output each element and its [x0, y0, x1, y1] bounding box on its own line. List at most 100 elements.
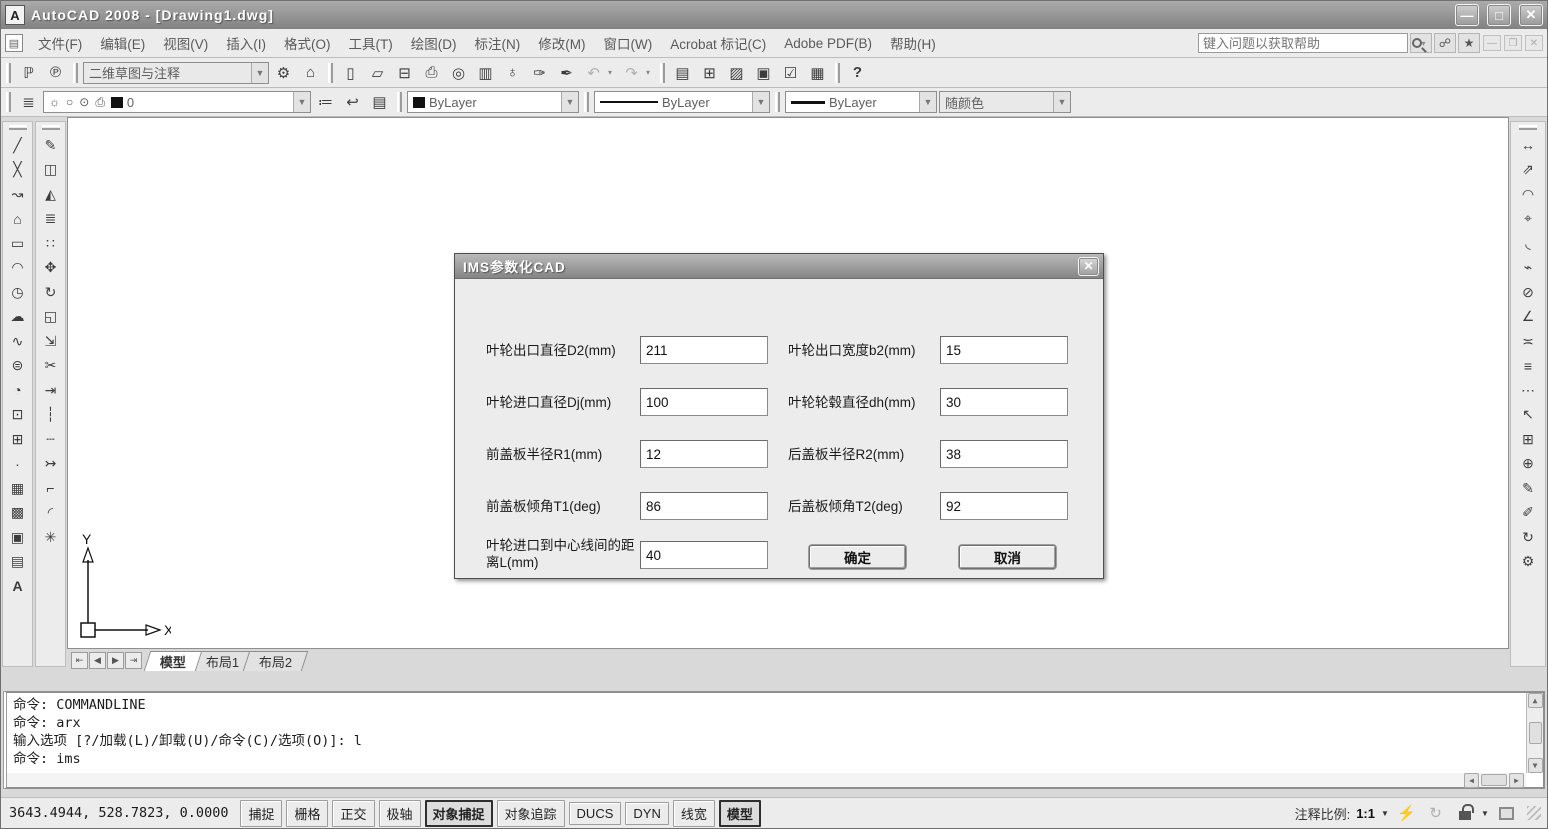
- last-tab-button[interactable]: ⇥: [125, 652, 142, 669]
- annotation-visibility-icon[interactable]: ⚡: [1394, 801, 1419, 825]
- field-input-d2[interactable]: [640, 336, 768, 364]
- color-combo[interactable]: ByLayer ▼: [407, 91, 579, 113]
- point-icon[interactable]: ·: [5, 452, 31, 477]
- menu-acrobat-markups[interactable]: Acrobat 标记(C): [661, 29, 775, 57]
- field-input-r2[interactable]: [940, 440, 1068, 468]
- lineweight-toggle[interactable]: 线宽: [672, 799, 715, 827]
- command-horizontal-scrollbar[interactable]: ◀ ▶: [7, 772, 1526, 788]
- favorites-star-icon[interactable]: ★: [1458, 33, 1480, 53]
- quick-calc-icon[interactable]: ▦: [805, 61, 830, 85]
- clean-screen-button[interactable]: [1494, 801, 1519, 825]
- ellipse-icon[interactable]: ⊜: [5, 354, 31, 379]
- ellipse-arc-icon[interactable]: ◔: [5, 378, 31, 403]
- scroll-left-icon[interactable]: ◀: [1464, 772, 1479, 788]
- continue-dimension-icon[interactable]: ⋯: [1515, 378, 1541, 403]
- layer-dropdown-arrow-icon[interactable]: ▼: [293, 92, 310, 112]
- layer-plot-icon[interactable]: ⎙: [95, 95, 105, 110]
- revision-cloud-icon[interactable]: ☁: [5, 305, 31, 330]
- menu-view[interactable]: 视图(V): [154, 29, 217, 57]
- toolbar-lock-icon[interactable]: [1452, 801, 1477, 825]
- scale-icon[interactable]: ◱: [38, 305, 64, 330]
- undo-dropdown-arrow-icon[interactable]: ▾: [608, 68, 617, 77]
- linear-dimension-icon[interactable]: ↔: [1515, 133, 1541, 158]
- multiline-text-icon[interactable]: A: [5, 574, 31, 599]
- tolerance-icon[interactable]: ⊞: [1515, 427, 1541, 452]
- toolbar-grip[interactable]: [835, 62, 840, 83]
- scroll-up-icon[interactable]: ▲: [1527, 693, 1543, 708]
- design-center-icon[interactable]: ⊞: [697, 61, 722, 85]
- lineweight-dropdown-arrow-icon[interactable]: ▼: [919, 92, 936, 112]
- command-window[interactable]: 命令: COMMANDLINE 命令: arx 输入选项 [?/加载(L)/卸载…: [3, 691, 1545, 789]
- jogged-dimension-icon[interactable]: ⌁: [1515, 256, 1541, 281]
- redo-icon[interactable]: ↷: [619, 61, 644, 85]
- help-search-input[interactable]: [1198, 33, 1408, 53]
- angular-dimension-icon[interactable]: ∠: [1515, 305, 1541, 330]
- mirror-icon[interactable]: ◭: [38, 182, 64, 207]
- drawing-file-icon[interactable]: ▤: [5, 34, 23, 52]
- minimize-button[interactable]: —: [1455, 4, 1479, 26]
- next-tab-button[interactable]: ▶: [107, 652, 124, 669]
- redo-dropdown-arrow-icon[interactable]: ▾: [646, 68, 655, 77]
- annotation-scale-dropdown-icon[interactable]: ▼: [1381, 809, 1390, 818]
- offset-icon[interactable]: ≣: [38, 207, 64, 232]
- layer-properties-manager-icon[interactable]: ≣: [16, 90, 41, 114]
- spline-icon[interactable]: ∿: [5, 329, 31, 354]
- model-space-toggle[interactable]: 模型: [718, 799, 761, 827]
- drawing-canvas[interactable]: Y X IMS参数化CAD ✕ 叶轮出口直径D2(mm) 叶轮出口宽度b2(mm…: [67, 117, 1509, 649]
- toolbar-grip[interactable]: [41, 125, 60, 130]
- hatch-icon[interactable]: ▦: [5, 476, 31, 501]
- table-icon[interactable]: ▤: [5, 550, 31, 575]
- menu-window[interactable]: 窗口(W): [595, 29, 662, 57]
- coordinates-readout[interactable]: 3643.4944, 528.7823, 0.0000: [7, 802, 236, 824]
- osnap-toggle[interactable]: 对象捕捉: [424, 799, 493, 827]
- my-workspace-icon[interactable]: ⌂: [298, 61, 323, 85]
- line-icon[interactable]: ╱: [5, 133, 31, 158]
- workspace-settings-icon[interactable]: ⚙: [271, 61, 296, 85]
- communication-center-icon[interactable]: ☍: [1434, 33, 1456, 53]
- move-icon[interactable]: ✥: [38, 256, 64, 281]
- horizontal-scroll-thumb[interactable]: [1481, 774, 1507, 786]
- toolbar-grip[interactable]: [6, 92, 11, 112]
- child-minimize-button[interactable]: —: [1483, 35, 1501, 51]
- menu-adobe-pdf[interactable]: Adobe PDF(B): [775, 32, 881, 55]
- arc-icon[interactable]: ◠: [5, 256, 31, 281]
- aligned-dimension-icon[interactable]: ⇗: [1515, 158, 1541, 183]
- menu-draw[interactable]: 绘图(D): [402, 29, 466, 57]
- ordinate-dimension-icon[interactable]: ⌖: [1515, 207, 1541, 232]
- field-input-dh[interactable]: [940, 388, 1068, 416]
- dimension-edit-icon[interactable]: ✎: [1515, 476, 1541, 501]
- trim-icon[interactable]: ✂: [38, 354, 64, 379]
- field-input-r1[interactable]: [640, 440, 768, 468]
- menu-insert[interactable]: 插入(I): [217, 29, 275, 57]
- plot-icon[interactable]: ⎙: [419, 61, 444, 85]
- vertical-scroll-thumb[interactable]: [1528, 722, 1542, 744]
- linetype-dropdown-arrow-icon[interactable]: ▼: [752, 92, 769, 112]
- snap-toggle[interactable]: 捕捉: [240, 799, 283, 827]
- help-icon[interactable]: ?: [845, 61, 870, 85]
- region-icon[interactable]: ▣: [5, 525, 31, 550]
- sheet-set-manager-icon[interactable]: ▣: [751, 61, 776, 85]
- maximize-button[interactable]: □: [1487, 4, 1511, 26]
- toolbar-grip[interactable]: [1519, 125, 1537, 130]
- child-close-button[interactable]: ✕: [1525, 35, 1543, 51]
- annotation-scale-value[interactable]: 1:1: [1356, 806, 1375, 821]
- annotation-autoscale-icon[interactable]: ↻: [1423, 801, 1448, 825]
- field-input-t2[interactable]: [940, 492, 1068, 520]
- toolbar-grip[interactable]: [584, 92, 589, 112]
- insert-block-icon[interactable]: ⊡: [5, 403, 31, 428]
- dimension-update-icon[interactable]: ↻: [1515, 525, 1541, 550]
- menu-edit[interactable]: 编辑(E): [91, 29, 154, 57]
- center-mark-icon[interactable]: ⊕: [1515, 452, 1541, 477]
- grid-toggle[interactable]: 栅格: [286, 799, 329, 827]
- layer-lock-icon[interactable]: ⊙: [79, 95, 89, 109]
- field-input-dj[interactable]: [640, 388, 768, 416]
- copy-icon[interactable]: ◫: [38, 158, 64, 183]
- properties-icon[interactable]: ▤: [670, 61, 695, 85]
- menu-dimension[interactable]: 标注(N): [466, 29, 530, 57]
- polyline-icon[interactable]: ↝: [5, 182, 31, 207]
- plot-style-dropdown-arrow-icon[interactable]: ▼: [1053, 92, 1070, 112]
- menu-format[interactable]: 格式(O): [275, 29, 340, 57]
- toolbar-grip[interactable]: [6, 62, 11, 83]
- baseline-dimension-icon[interactable]: ≡: [1515, 354, 1541, 379]
- workspace-dropdown-arrow-icon[interactable]: ▼: [251, 62, 268, 83]
